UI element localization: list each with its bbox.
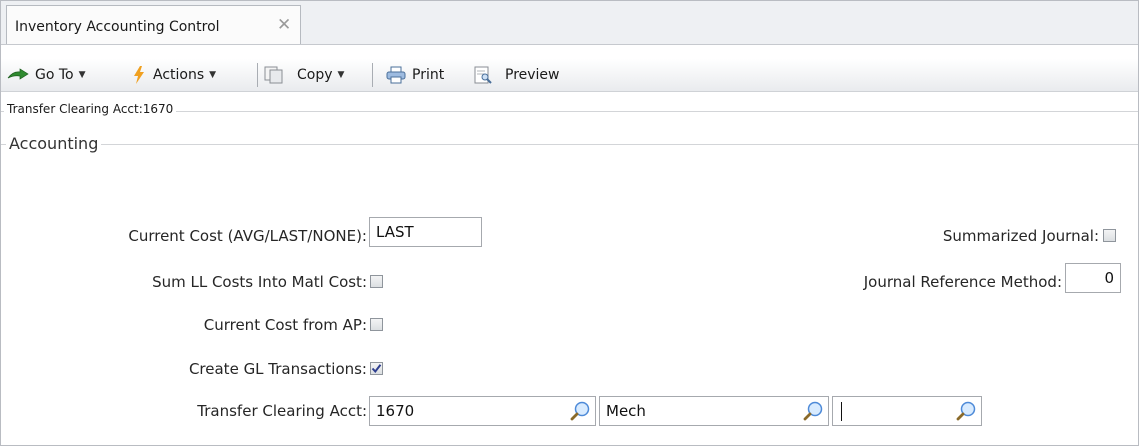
sum-ll-checkbox[interactable] [370,275,383,288]
window-frame: Inventory Accounting Control ✕ Go To ▼ A… [0,0,1139,446]
cost-from-ap-checkbox[interactable] [370,318,383,331]
summarized-journal-checkbox[interactable] [1103,229,1116,242]
preview-label: Preview [505,67,560,83]
tab-title: Inventory Accounting Control [15,19,220,35]
goto-arrow-icon [7,68,29,80]
transfer-third-input[interactable] [832,396,982,426]
search-icon[interactable] [955,400,977,422]
check-mark-icon [371,364,382,374]
search-icon[interactable] [569,400,591,422]
preview-icon [474,66,492,84]
toolbar-separator [257,63,258,87]
transfer-acct-label: Transfer Clearing Acct: [197,402,367,420]
accounting-group-title: Accounting [6,134,102,153]
summary-label: Transfer Clearing Acct:1670 [4,102,177,116]
search-icon[interactable] [802,400,824,422]
cost-from-ap-label: Current Cost from AP: [203,316,367,334]
toolbar-separator [372,63,373,87]
transfer-acct-value: 1670 [376,402,415,420]
summarized-journal-label: Summarized Journal: [942,227,1099,245]
sum-ll-label: Sum LL Costs Into Matl Cost: [152,273,367,291]
print-icon [386,66,406,84]
goto-label: Go To [35,67,74,83]
accounting-divider [1,144,1138,145]
transfer-acct-input[interactable]: 1670 [369,396,596,426]
toolbar: Go To ▼ Actions ▼ Copy ▼ Print Preview [1,59,1138,92]
tab-inventory-accounting-control[interactable]: Inventory Accounting Control ✕ [6,5,301,44]
actions-button[interactable]: Actions ▼ [131,63,216,87]
preview-button[interactable]: Preview [473,63,560,87]
create-gl-checkbox[interactable] [370,362,383,375]
transfer-desc-value: Mech [606,402,646,420]
print-button[interactable]: Print [386,63,444,87]
create-gl-label: Create GL Transactions: [188,360,367,378]
copy-icon [264,66,283,84]
actions-lightning-icon [134,66,144,84]
current-cost-input[interactable]: LAST [369,217,482,247]
current-cost-label: Current Cost (AVG/LAST/NONE): [128,227,367,245]
actions-dropdown-icon: ▼ [209,70,217,80]
copy-button[interactable]: Copy ▼ [264,63,344,87]
print-label: Print [412,67,445,83]
close-icon[interactable]: ✕ [277,15,291,35]
journal-ref-label: Journal Reference Method: [863,273,1062,291]
copy-label: Copy [297,67,333,83]
tab-bar: Inventory Accounting Control ✕ [1,1,1138,45]
goto-button[interactable]: Go To ▼ [7,63,86,87]
journal-ref-input[interactable]: 0 [1065,263,1121,293]
actions-label: Actions [153,67,205,83]
text-cursor [841,402,842,421]
transfer-desc-input[interactable]: Mech [599,396,829,426]
goto-dropdown-icon: ▼ [78,70,86,80]
copy-dropdown-icon: ▼ [337,70,345,80]
